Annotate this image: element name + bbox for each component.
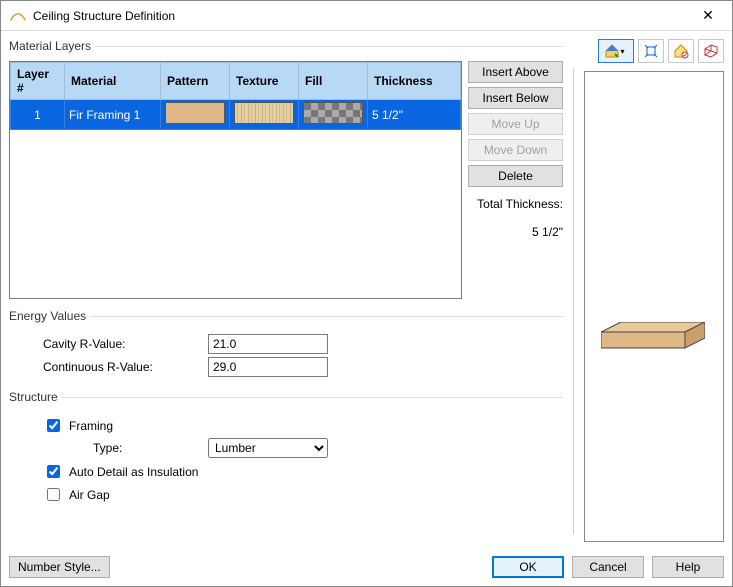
col-texture[interactable]: Texture [230, 63, 299, 100]
cell-texture[interactable] [230, 100, 299, 130]
delete-button[interactable]: Delete [468, 165, 563, 187]
continuous-r-input[interactable] [208, 357, 328, 377]
dialog-body: Material Layers Layer # Material Pattern… [1, 31, 732, 550]
insert-below-button[interactable]: Insert Below [468, 87, 563, 109]
app-icon [9, 9, 27, 23]
col-layer-no[interactable]: Layer # [11, 63, 65, 100]
cell-thickness[interactable]: 5 1/2" [368, 100, 461, 130]
window-title: Ceiling Structure Definition [33, 9, 692, 23]
structure-group: Structure Framing Type: Lumber Auto Deta… [9, 390, 563, 508]
left-pane: Material Layers Layer # Material Pattern… [9, 39, 563, 542]
continuous-r-label: Continuous R-Value: [43, 360, 208, 374]
perspective-icon [703, 43, 719, 59]
view-house-color-button[interactable]: ▾ [598, 39, 634, 63]
table-row[interactable]: 1 Fir Framing 1 5 1/2" [11, 100, 461, 130]
air-gap-checkbox[interactable] [47, 488, 60, 501]
layer-buttons: Insert Above Insert Below Move Up Move D… [468, 61, 563, 299]
titlebar: Ceiling Structure Definition ✕ [1, 1, 732, 31]
preview-toolbar: ▾ [584, 39, 724, 65]
view-perspective-button[interactable] [698, 39, 724, 63]
number-style-button[interactable]: Number Style... [9, 556, 110, 578]
auto-detail-checkbox[interactable] [47, 465, 60, 478]
energy-values-legend: Energy Values [9, 309, 90, 323]
move-up-button: Move Up [468, 113, 563, 135]
close-icon[interactable]: ✕ [692, 7, 724, 24]
cavity-r-input[interactable] [208, 334, 328, 354]
chevron-down-icon: ▾ [621, 47, 629, 56]
preview-pane[interactable] [584, 71, 724, 542]
cell-pattern[interactable] [161, 100, 230, 130]
texture-swatch [234, 102, 294, 124]
col-pattern[interactable]: Pattern [161, 63, 230, 100]
cavity-r-label: Cavity R-Value: [43, 337, 208, 351]
fill-swatch [303, 102, 363, 124]
insert-above-button[interactable]: Insert Above [468, 61, 563, 83]
air-gap-label: Air Gap [69, 488, 110, 502]
house-final-icon [673, 43, 689, 59]
framing-label: Framing [69, 419, 113, 433]
material-layers-group: Material Layers Layer # Material Pattern… [9, 39, 563, 303]
cell-layer-no[interactable]: 1 [11, 100, 65, 130]
col-thickness[interactable]: Thickness [368, 63, 461, 100]
view-house-final-button[interactable] [668, 39, 694, 63]
total-thickness-value: 5 1/2" [468, 225, 563, 239]
dialog-footer: Number Style... OK Cancel Help [1, 550, 732, 586]
energy-values-group: Energy Values Cavity R-Value: Continuous… [9, 309, 563, 384]
preview-plank [601, 322, 705, 350]
type-select[interactable]: Lumber [208, 438, 328, 458]
total-thickness-label: Total Thickness: [468, 197, 563, 211]
cell-fill[interactable] [299, 100, 368, 130]
vertical-separator[interactable] [573, 69, 574, 534]
cell-material[interactable]: Fir Framing 1 [65, 100, 161, 130]
house-color-icon [604, 43, 620, 59]
type-label: Type: [93, 441, 208, 455]
ok-button[interactable]: OK [492, 556, 564, 578]
col-material[interactable]: Material [65, 63, 161, 100]
expand-icon [644, 44, 658, 58]
pattern-swatch [165, 102, 225, 124]
structure-legend: Structure [9, 390, 62, 404]
col-fill[interactable]: Fill [299, 63, 368, 100]
help-button[interactable]: Help [652, 556, 724, 578]
material-layers-legend: Material Layers [9, 39, 95, 53]
auto-detail-label: Auto Detail as Insulation [69, 465, 198, 479]
table-header: Layer # Material Pattern Texture Fill Th… [11, 63, 461, 100]
move-down-button: Move Down [468, 139, 563, 161]
cancel-button[interactable]: Cancel [572, 556, 644, 578]
dialog-window: Ceiling Structure Definition ✕ Material … [0, 0, 733, 587]
right-pane: ▾ [584, 39, 724, 542]
view-expand-button[interactable] [638, 39, 664, 63]
framing-checkbox[interactable] [47, 419, 60, 432]
layers-table[interactable]: Layer # Material Pattern Texture Fill Th… [9, 61, 462, 299]
